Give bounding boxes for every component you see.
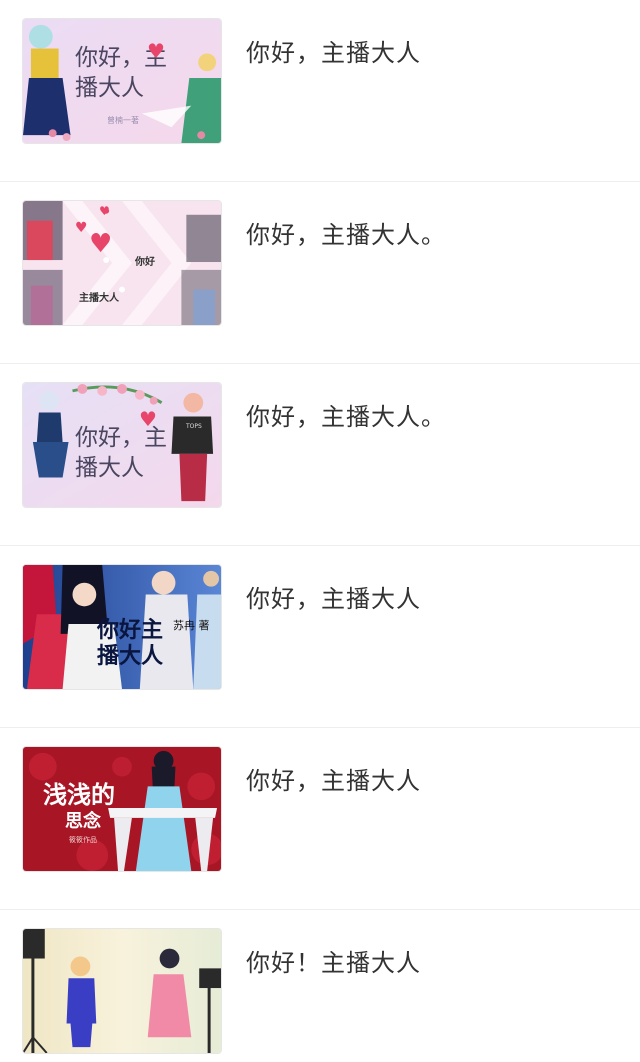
cover-image[interactable]: 你好主播大人 苏冉 著 xyxy=(22,564,222,690)
list-item[interactable]: 你好，主播大人 ♥ 曾楠一著 你好，主播大人 xyxy=(0,0,640,182)
cover-image[interactable]: 你好，主播大人 ♥ 曾楠一著 xyxy=(22,18,222,144)
heart-icon: ♥ xyxy=(147,39,165,63)
article-list: 你好，主播大人 ♥ 曾楠一著 你好，主播大人 ♥ ♥ ♥ 你好 主播大人 你好，… xyxy=(0,0,640,1062)
heart-icon: ♥ xyxy=(75,220,88,236)
cover-author: 曾楠一著 xyxy=(107,116,139,125)
heart-icon: ♥ xyxy=(99,204,110,218)
cover-image[interactable]: ♥ ♥ ♥ 你好 主播大人 xyxy=(22,200,222,326)
item-title[interactable]: 你好！主播大人 xyxy=(246,943,421,978)
cover-image[interactable]: TOPS 你好，主播大人 ♥ xyxy=(22,382,222,508)
list-item[interactable]: TOPS 你好，主播大人 ♥ 你好，主播大人。 xyxy=(0,364,640,546)
cover-title: 你好，主播大人 xyxy=(75,45,167,101)
heart-icon: ♥ xyxy=(89,229,113,259)
heart-icon: ♥ xyxy=(139,407,157,431)
list-item[interactable]: 你好！主播大人 xyxy=(0,910,640,1062)
item-title[interactable]: 你好，主播大人 xyxy=(246,761,421,796)
item-title[interactable]: 你好，主播大人 xyxy=(246,33,421,68)
cover-author: 苏冉 著 xyxy=(173,619,210,632)
cover-subtitle: 思念 xyxy=(65,811,101,832)
cover-subtitle: 主播大人 xyxy=(79,293,119,304)
cover-author: 筱筱作品 xyxy=(69,836,97,844)
cover-title: 浅浅的 xyxy=(43,781,115,809)
cover-title: 你好，主播大人 xyxy=(75,425,167,481)
item-title[interactable]: 你好，主播大人。 xyxy=(246,397,446,432)
list-item[interactable]: ♥ ♥ ♥ 你好 主播大人 你好，主播大人。 xyxy=(0,182,640,364)
cover-image[interactable]: 浅浅的 思念 筱筱作品 xyxy=(22,746,222,872)
cover-shirt-text: TOPS xyxy=(186,423,202,430)
list-item[interactable]: 你好主播大人 苏冉 著 你好，主播大人 xyxy=(0,546,640,728)
list-item[interactable]: 浅浅的 思念 筱筱作品 你好，主播大人 xyxy=(0,728,640,910)
item-title[interactable]: 你好，主播大人。 xyxy=(246,215,446,250)
cover-image[interactable] xyxy=(22,928,222,1054)
item-title[interactable]: 你好，主播大人 xyxy=(246,579,421,614)
cover-title: 你好 xyxy=(135,257,155,268)
cover-title: 你好主播大人 xyxy=(97,617,164,669)
